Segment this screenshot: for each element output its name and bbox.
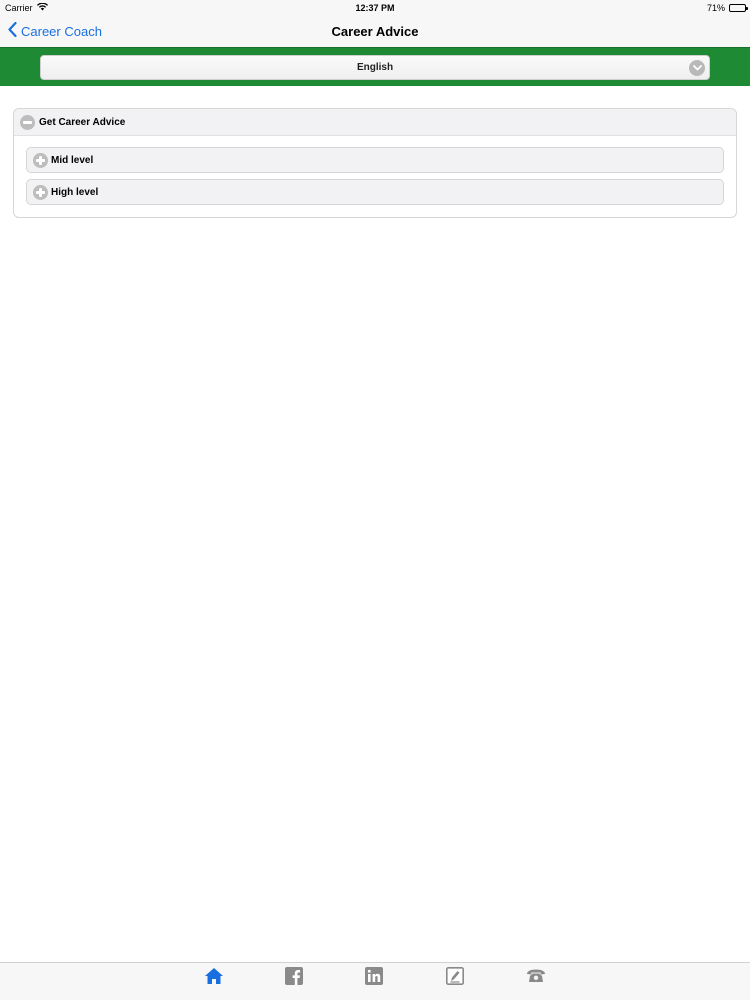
plus-icon <box>33 184 48 200</box>
page-title: Career Advice <box>331 24 419 39</box>
edit-icon <box>446 966 464 990</box>
accordion-header[interactable]: Get Career Advice <box>14 109 736 136</box>
home-icon <box>204 967 224 990</box>
tab-bar <box>0 962 750 1000</box>
status-right: 71% <box>706 3 748 13</box>
tab-facebook[interactable] <box>284 966 304 990</box>
linkedin-icon <box>365 966 383 990</box>
navigation-bar: Career Coach Career Advice <box>0 16 750 48</box>
language-select-value: English <box>356 62 394 73</box>
tab-contact[interactable] <box>526 968 546 988</box>
tab-linkedin[interactable] <box>364 966 384 990</box>
accordion-item-label: Mid level <box>51 154 94 166</box>
phone-icon <box>526 968 546 989</box>
tab-home[interactable] <box>204 967 224 990</box>
language-select[interactable]: English <box>40 55 710 80</box>
chevron-down-icon <box>689 60 705 76</box>
plus-icon <box>33 152 48 168</box>
accordion-item-mid-level[interactable]: Mid level <box>26 147 724 173</box>
minus-icon <box>20 114 35 130</box>
accordion-item-high-level[interactable]: High level <box>26 179 724 205</box>
status-bar: Carrier 12:37 PM 71% <box>0 0 750 16</box>
accordion-item-label: High level <box>51 186 99 198</box>
battery-icon <box>729 4 748 12</box>
status-time: 12:37 PM <box>355 3 395 13</box>
tab-edit[interactable] <box>445 966 465 990</box>
battery-percent: 71% <box>706 3 725 13</box>
accordion-header-label: Get Career Advice <box>39 116 126 128</box>
career-advice-panel: Get Career Advice Mid level High level <box>13 108 737 218</box>
header-bar: English <box>0 47 750 86</box>
facebook-icon <box>285 966 303 990</box>
